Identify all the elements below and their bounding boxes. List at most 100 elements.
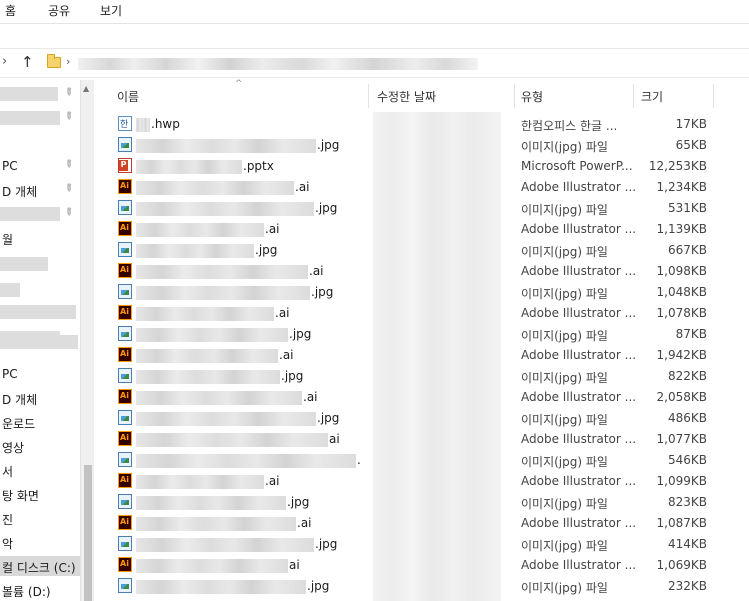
up-arrow-icon[interactable]: ↑ xyxy=(21,53,34,71)
file-size: 1,048KB xyxy=(656,285,707,299)
file-row[interactable]: .jpg 이미지(jpg) 파일 531KB xyxy=(100,198,749,219)
file-row[interactable]: ai Adobe Illustrator ... 1,069KB xyxy=(100,555,749,576)
nav-item[interactable]: 악 xyxy=(0,532,80,552)
file-row[interactable]: .jpg 이미지(jpg) 파일 232KB xyxy=(100,576,749,597)
nav-item-label: D 개체 xyxy=(2,393,38,407)
file-extension: .ai xyxy=(295,180,310,194)
nav-item[interactable]: 운로드 xyxy=(0,412,80,432)
file-row[interactable]: .jpg 이미지(jpg) 파일 1,048KB xyxy=(100,282,749,303)
file-extension: .jpg xyxy=(287,495,310,509)
ai-icon xyxy=(118,557,132,572)
file-row[interactable]: ai Adobe Illustrator ... 1,077KB xyxy=(100,429,749,450)
nav-item-redacted xyxy=(0,87,58,101)
nav-item[interactable]: 진 xyxy=(0,508,80,528)
nav-item[interactable]: 탕 화면 xyxy=(0,484,80,504)
nav-item[interactable]: 월 xyxy=(0,228,80,248)
nav-scrollbar[interactable]: ▲ xyxy=(80,80,94,601)
pin-icon[interactable]: ✎ xyxy=(61,158,75,172)
file-row[interactable]: .jpg 이미지(jpg) 파일 667KB xyxy=(100,240,749,261)
image-icon xyxy=(118,578,132,593)
nav-item[interactable]: 컬 디스크 (C:) xyxy=(0,556,80,576)
file-name-redacted xyxy=(136,223,264,237)
file-size: 17KB xyxy=(675,117,707,131)
nav-item[interactable]: 서 xyxy=(0,460,80,480)
file-extension: .ai xyxy=(303,390,318,404)
nav-item-label: 서 xyxy=(2,465,14,479)
column-divider[interactable] xyxy=(368,84,369,108)
ribbon-tab-share[interactable]: 공유 xyxy=(48,2,70,19)
address-bar: › ↑ › xyxy=(0,48,749,78)
file-row[interactable]: .ai Adobe Illustrator ... 1,139KB xyxy=(100,219,749,240)
file-extension: .jpg xyxy=(289,327,312,341)
file-row[interactable]: .ai Adobe Illustrator ... 1,234KB xyxy=(100,177,749,198)
nav-item[interactable]: ✎ xyxy=(0,204,80,224)
file-row[interactable]: .ai Adobe Illustrator ... 1,078KB xyxy=(100,303,749,324)
nav-item-label: PC xyxy=(2,367,18,381)
column-divider[interactable] xyxy=(514,84,515,108)
ribbon-tab-view[interactable]: 보기 xyxy=(100,2,122,19)
file-size: 1,087KB xyxy=(656,516,707,530)
nav-item[interactable] xyxy=(0,254,80,274)
chevron-down-icon[interactable]: › xyxy=(2,54,7,69)
nav-item[interactable]: 영상 xyxy=(0,436,80,456)
ai-icon xyxy=(118,179,132,194)
nav-item[interactable]: 볼륨 (D:) xyxy=(0,580,80,600)
file-row[interactable]: .ai Adobe Illustrator ... 1,942KB xyxy=(100,345,749,366)
file-row[interactable]: .jpg 이미지(jpg) 파일 822KB xyxy=(100,366,749,387)
file-type: Adobe Illustrator ... xyxy=(521,348,637,362)
scroll-up-icon[interactable]: ▲ xyxy=(83,84,89,93)
file-row[interactable]: .ai Adobe Illustrator ... 1,087KB xyxy=(100,513,749,534)
chevron-right-icon[interactable]: › xyxy=(66,55,70,68)
nav-item-redacted xyxy=(0,283,20,297)
pin-icon[interactable]: ✎ xyxy=(61,86,75,100)
nav-item[interactable] xyxy=(0,302,80,322)
scrollbar-thumb[interactable] xyxy=(84,465,92,601)
pin-icon[interactable]: ✎ xyxy=(61,206,75,220)
file-name-redacted xyxy=(136,118,150,132)
column-divider[interactable] xyxy=(713,84,714,108)
file-extension: .jpg xyxy=(317,411,340,425)
file-name-redacted xyxy=(136,433,328,447)
file-name-redacted xyxy=(136,265,308,279)
file-row[interactable]: .jpg 이미지(jpg) 파일 823KB xyxy=(100,492,749,513)
nav-item[interactable]: PC xyxy=(0,364,80,384)
file-row[interactable]: .jpg 이미지(jpg) 파일 414KB xyxy=(100,534,749,555)
breadcrumb[interactable] xyxy=(78,58,478,70)
file-row[interactable]: .jpg 이미지(jpg) 파일 65KB xyxy=(100,135,749,156)
file-type: Adobe Illustrator ... xyxy=(521,180,637,194)
file-type: Adobe Illustrator ... xyxy=(521,516,637,530)
file-type: 이미지(jpg) 파일 xyxy=(521,140,608,154)
file-name-redacted xyxy=(136,349,278,363)
file-row[interactable]: . 이미지(jpg) 파일 546KB xyxy=(100,450,749,471)
file-row[interactable]: .pptx Microsoft PowerP... 12,253KB xyxy=(100,156,749,177)
nav-item[interactable]: ✎ xyxy=(0,84,80,104)
column-header-type[interactable]: 유형 xyxy=(521,86,631,108)
file-type: Microsoft PowerP... xyxy=(521,159,633,173)
file-row[interactable]: .ai Adobe Illustrator ... 1,099KB xyxy=(100,471,749,492)
file-row[interactable]: .jpg 이미지(jpg) 파일 87KB xyxy=(100,324,749,345)
nav-item[interactable]: PC ✎ xyxy=(0,156,80,176)
nav-item[interactable]: D 개체 xyxy=(0,388,80,408)
nav-item[interactable] xyxy=(0,280,80,300)
image-icon xyxy=(118,242,132,257)
nav-item[interactable]: ✎ xyxy=(0,108,80,128)
nav-item[interactable] xyxy=(0,332,80,352)
file-size: 12,253KB xyxy=(648,159,707,173)
ribbon-tab-home[interactable]: 홈 xyxy=(5,2,16,19)
file-row[interactable]: .ai Adobe Illustrator ... 1,098KB xyxy=(100,261,749,282)
column-divider[interactable] xyxy=(633,84,634,108)
file-type: 이미지(jpg) 파일 xyxy=(521,581,608,595)
pin-icon[interactable]: ✎ xyxy=(61,182,75,196)
column-header-size[interactable]: 크기 xyxy=(641,86,711,108)
file-row[interactable]: .jpg 이미지(jpg) 파일 486KB xyxy=(100,408,749,429)
file-type: 이미지(jpg) 파일 xyxy=(521,539,608,553)
file-row[interactable]: .hwp 한컴오피스 한글 ... 17KB xyxy=(100,114,749,135)
file-row[interactable]: .ai Adobe Illustrator ... 2,058KB xyxy=(100,387,749,408)
column-header-date[interactable]: 수정한 날짜 xyxy=(377,86,512,108)
file-type: 이미지(jpg) 파일 xyxy=(521,413,608,427)
pin-icon[interactable]: ✎ xyxy=(61,110,75,124)
file-name-redacted xyxy=(136,286,310,300)
column-header-name[interactable]: 이름 xyxy=(117,86,367,108)
nav-item[interactable]: D 개체 ✎ xyxy=(0,180,80,200)
ribbon: 홈 공유 보기 xyxy=(0,0,749,22)
